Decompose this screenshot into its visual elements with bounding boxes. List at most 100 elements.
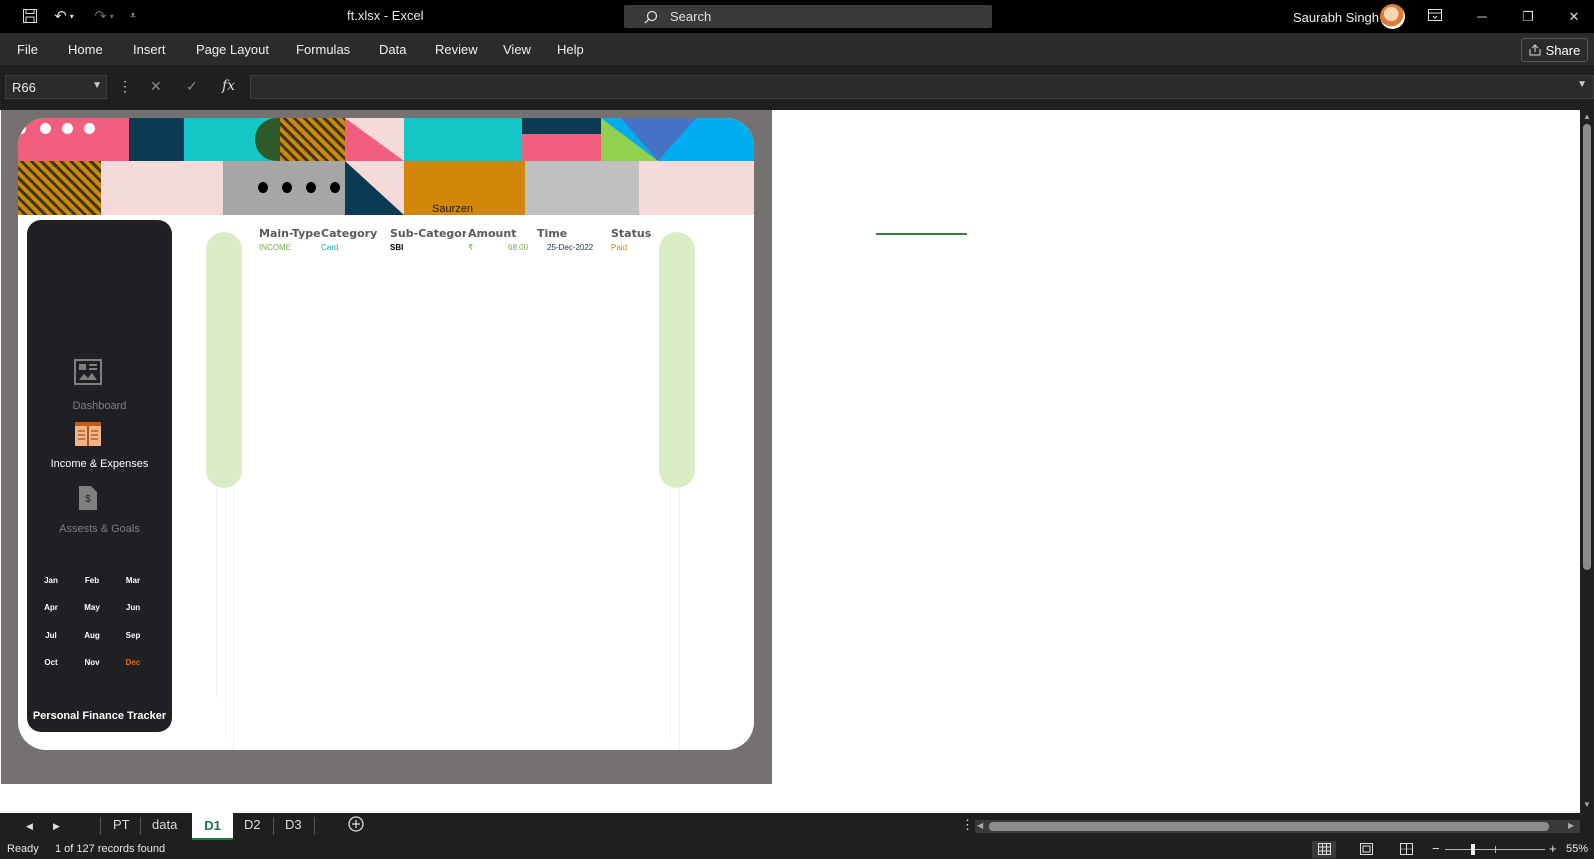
- month-jun[interactable]: Jun: [118, 603, 148, 612]
- dashboard-icon[interactable]: [74, 359, 102, 385]
- header-dots: [258, 182, 340, 194]
- undo-icon[interactable]: ↶ ▾: [48, 6, 80, 26]
- restore-icon[interactable]: ❐: [1518, 7, 1538, 27]
- dashboard-frame: Saurzen Dashboard Income & Expenses $ As…: [1, 110, 772, 784]
- close-icon[interactable]: ✕: [1564, 7, 1584, 27]
- ribbon-tabs: File Home Insert Page Layout Formulas Da…: [0, 33, 1594, 65]
- month-dec[interactable]: Dec: [118, 658, 148, 667]
- zoom-out-icon[interactable]: −: [1432, 841, 1440, 856]
- header-triangle: [345, 161, 404, 215]
- vertical-scroll-thumb[interactable]: [1583, 124, 1591, 570]
- header-block: [525, 161, 639, 215]
- share-icon: [1529, 44, 1541, 56]
- divider: [100, 817, 101, 835]
- sheet-tab-d2[interactable]: D2: [244, 817, 261, 832]
- zoom-slider[interactable]: [1445, 844, 1545, 855]
- nav-assets-goals[interactable]: Assests & Goals: [27, 523, 172, 535]
- tab-help[interactable]: Help: [557, 42, 584, 57]
- header-triangle: [601, 118, 696, 161]
- formula-input[interactable]: ▼: [250, 75, 1594, 99]
- tab-insert[interactable]: Insert: [133, 42, 166, 57]
- name-box-value: R66: [12, 80, 36, 95]
- cancel-entry-icon[interactable]: ✕: [150, 78, 162, 95]
- search-label: Search: [670, 9, 712, 24]
- tab-view[interactable]: View: [503, 42, 531, 57]
- header-block: [404, 118, 522, 161]
- minimize-icon[interactable]: ─: [1472, 7, 1492, 27]
- month-aug[interactable]: Aug: [77, 631, 107, 640]
- tab-home[interactable]: Home: [68, 42, 103, 57]
- scroll-up-icon[interactable]: ▲: [1583, 112, 1591, 121]
- zoom-in-icon[interactable]: +: [1549, 841, 1557, 856]
- tab-formulas[interactable]: Formulas: [296, 42, 350, 57]
- redo-icon[interactable]: ↷ ▾: [88, 6, 120, 26]
- avatar[interactable]: [1380, 4, 1405, 29]
- horizontal-scrollbar[interactable]: ◀ ▶: [975, 820, 1580, 833]
- expand-formula-icon[interactable]: ▼: [1577, 79, 1587, 90]
- nav-income-expenses[interactable]: Income & Expenses: [27, 458, 172, 470]
- insert-function-icon[interactable]: fx: [222, 78, 235, 94]
- normal-view-icon[interactable]: [1312, 841, 1336, 858]
- search-box[interactable]: Search: [624, 5, 992, 28]
- prev-sheet-icon[interactable]: ◀: [26, 821, 33, 832]
- more-options-icon[interactable]: ⋮: [118, 78, 132, 95]
- header-block: [522, 118, 601, 134]
- month-jul[interactable]: Jul: [36, 631, 66, 640]
- left-scroll-pill: [206, 232, 242, 488]
- month-oct[interactable]: Oct: [36, 658, 66, 667]
- page-break-view-icon[interactable]: [1400, 843, 1413, 858]
- user-name[interactable]: Saurabh Singh: [1293, 10, 1379, 25]
- tab-page-layout[interactable]: Page Layout: [196, 42, 269, 57]
- status-bar: Ready 1 of 127 records found − + 55%: [0, 840, 1594, 859]
- horizontal-scroll-thumb[interactable]: [989, 822, 1549, 831]
- sheet-tab-bar: ◀ ▶ PT data D1 D2 D3 ⋮ ◀ ▶: [0, 813, 1594, 840]
- header-block: [129, 118, 184, 161]
- brand-label: Saurzen: [432, 203, 473, 215]
- scroll-down-icon[interactable]: ▼: [1583, 800, 1591, 809]
- sheet-tab-data[interactable]: data: [152, 817, 177, 832]
- assets-goals-icon[interactable]: $: [78, 485, 98, 511]
- more-options-icon[interactable]: ⋮: [961, 817, 974, 833]
- income-expenses-icon[interactable]: [74, 421, 102, 447]
- name-box[interactable]: R66 ▼: [5, 75, 107, 99]
- month-feb[interactable]: Feb: [77, 576, 107, 585]
- cell-currency: ₹: [468, 243, 474, 252]
- next-sheet-icon[interactable]: ▶: [53, 821, 60, 832]
- dashboard-card: Saurzen Dashboard Income & Expenses $ As…: [18, 118, 754, 750]
- search-icon: [644, 10, 658, 23]
- zoom-slider-thumb[interactable]: [1471, 844, 1475, 855]
- add-sheet-icon[interactable]: [348, 816, 364, 835]
- tab-data[interactable]: Data: [379, 42, 406, 57]
- sheet-tab-d3[interactable]: D3: [285, 817, 302, 832]
- vertical-scrollbar[interactable]: ▲ ▼: [1580, 110, 1594, 813]
- share-button[interactable]: Share: [1521, 38, 1588, 62]
- month-may[interactable]: May: [77, 603, 107, 612]
- month-apr[interactable]: Apr: [36, 603, 66, 612]
- month-jan[interactable]: Jan: [36, 576, 66, 585]
- zoom-level[interactable]: 55%: [1566, 843, 1588, 855]
- customize-qat-icon[interactable]: ⩡: [126, 6, 140, 26]
- tab-review[interactable]: Review: [435, 42, 478, 57]
- save-icon[interactable]: [20, 6, 40, 26]
- nav-dashboard[interactable]: Dashboard: [27, 400, 172, 412]
- ribbon-display-icon[interactable]: [1425, 7, 1445, 27]
- tab-file[interactable]: File: [17, 42, 38, 57]
- right-scroll-pill: [659, 232, 695, 488]
- worksheet-grid[interactable]: Saurzen Dashboard Income & Expenses $ As…: [0, 110, 1580, 813]
- scroll-left-icon[interactable]: ◀: [977, 821, 983, 830]
- header-status: Status: [611, 227, 652, 240]
- scroll-right-icon[interactable]: ▶: [1568, 821, 1574, 830]
- divider: [225, 488, 226, 738]
- sheet-tab-d1[interactable]: D1: [192, 813, 233, 840]
- divider: [216, 488, 217, 698]
- confirm-entry-icon[interactable]: ✓: [186, 78, 198, 95]
- chevron-down-icon[interactable]: ▼: [92, 80, 102, 91]
- header-amount: Amount: [468, 227, 517, 240]
- page-layout-view-icon[interactable]: [1360, 843, 1373, 858]
- month-nov[interactable]: Nov: [77, 658, 107, 667]
- month-mar[interactable]: Mar: [118, 576, 148, 585]
- header-sub-category: Sub-Category: [390, 227, 466, 240]
- sheet-tab-pt[interactable]: PT: [113, 817, 130, 832]
- month-sep[interactable]: Sep: [118, 631, 148, 640]
- sheet-tab-d1-label: D1: [204, 818, 221, 833]
